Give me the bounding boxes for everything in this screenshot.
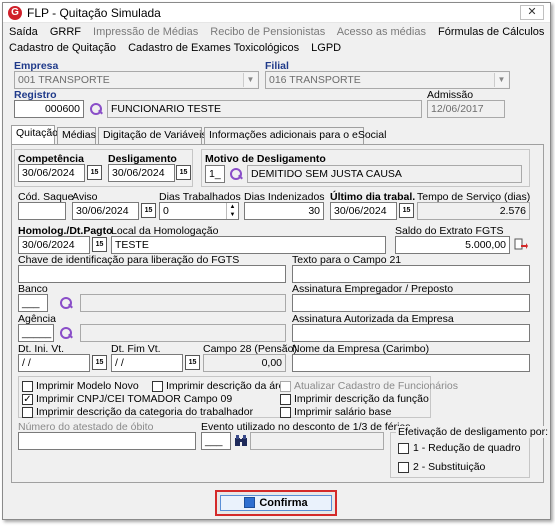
menu-acesso-medias[interactable]: Acesso as médias <box>337 26 426 38</box>
cod-saque-input[interactable] <box>18 202 66 220</box>
calendar-icon[interactable]: 15 <box>185 355 200 370</box>
imprimir-modelo-novo-label: Imprimir Modelo Novo <box>36 380 139 392</box>
evento-description-field <box>250 432 384 450</box>
atualizar-cadastro-label: Atualizar Cadastro de Funcionários <box>294 380 459 392</box>
chevron-down-icon[interactable]: ▼ <box>494 73 508 87</box>
confirma-button[interactable]: Confirma <box>220 495 332 511</box>
banco-input[interactable]: ___ <box>18 294 48 312</box>
agencia-name-field <box>80 324 286 342</box>
menu-saida[interactable]: Saída <box>9 26 38 38</box>
admissao-field: 12/06/2017 <box>427 100 505 118</box>
save-icon <box>244 497 256 508</box>
menu-grrf[interactable]: GRRF <box>50 26 81 38</box>
search-icon[interactable] <box>229 167 243 181</box>
confirma-button-highlight: Confirma <box>215 490 337 516</box>
chave-fgts-input[interactable] <box>18 265 286 283</box>
menu-cadastro-exames[interactable]: Cadastro de Exames Toxicológicos <box>128 42 299 54</box>
imprimir-salario-base-checkbox[interactable] <box>280 407 291 418</box>
window-title: FLP - Quitação Simulada <box>27 6 161 20</box>
registro-input[interactable]: 000600 <box>14 100 84 118</box>
assinatura-empregador-input[interactable] <box>292 294 530 312</box>
competencia-input[interactable]: 30/06/2024 <box>18 164 85 182</box>
empresa-value: 001 TRANSPORTE <box>18 74 110 86</box>
imprimir-desc-area-label: Imprimir descrição da área <box>166 380 291 392</box>
agencia-input[interactable]: _____ <box>18 324 54 342</box>
app-logo-icon: G <box>8 6 22 20</box>
search-icon[interactable] <box>89 102 103 116</box>
close-button[interactable]: ✕ <box>520 5 544 20</box>
motivo-description-field: DEMITIDO SEM JUSTA CAUSA <box>247 165 522 183</box>
dias-trabalhados-input[interactable]: 0 ▲ ▼ <box>159 202 239 220</box>
imprimir-desc-funcao-label: Imprimir descrição da função <box>294 393 429 405</box>
imprimir-cnpj-label: Imprimir CNPJ/CEI TOMADOR Campo 09 <box>36 393 233 405</box>
efetivacao-title: Efetivação de desligamento por: <box>396 426 551 438</box>
menu-cadastro-quitacao[interactable]: Cadastro de Quitação <box>9 42 116 54</box>
tab-digitacao-variaveis[interactable]: Digitação de Variáveis <box>98 127 207 144</box>
reducao-quadro-checkbox[interactable] <box>398 443 409 454</box>
banco-name-field <box>80 294 286 312</box>
chevron-down-icon[interactable]: ▼ <box>243 73 257 87</box>
imprimir-desc-area-checkbox[interactable] <box>152 381 163 392</box>
calendar-icon[interactable]: 15 <box>87 165 102 180</box>
menu-impressao-medias[interactable]: Impressão de Médias <box>93 26 198 38</box>
imprimir-modelo-novo-checkbox[interactable] <box>22 381 33 392</box>
empresa-select[interactable]: 001 TRANSPORTE ▼ <box>14 71 259 89</box>
tab-informacoes-esocial[interactable]: Informações adicionais para o eSocial <box>204 127 386 144</box>
nome-empresa-input[interactable] <box>292 354 530 372</box>
reducao-quadro-label: 1 - Redução de quadro <box>413 442 521 454</box>
dt-fim-vt-input[interactable]: / / <box>111 354 183 372</box>
tab-quitacao[interactable]: Quitação <box>11 125 58 145</box>
saldo-fgts-input[interactable]: 5.000,00 <box>395 236 510 254</box>
menu-recibo-pensionistas[interactable]: Recibo de Pensionistas <box>210 26 325 38</box>
imprimir-salario-base-label: Imprimir salário base <box>294 406 392 418</box>
calendar-icon[interactable]: 15 <box>92 237 107 252</box>
filial-value: 016 TRANSPORTE <box>269 74 361 86</box>
local-homologacao-input[interactable]: TESTE <box>111 236 386 254</box>
dt-ini-vt-input[interactable]: / / <box>18 354 90 372</box>
search-icon[interactable] <box>59 326 73 340</box>
texto-campo21-input[interactable] <box>292 265 530 283</box>
atualizar-cadastro-checkbox[interactable] <box>280 381 291 392</box>
menu-formulas-calculos[interactable]: Fórmulas de Cálculos <box>438 26 544 38</box>
menu-row-1: Saída GRRF Impressão de Médias Recibo de… <box>9 26 553 38</box>
quitacao-window: G FLP - Quitação Simulada ✕ Saída GRRF I… <box>2 2 551 520</box>
imprimir-cnpj-checkbox[interactable]: ✓ <box>22 394 33 405</box>
document-arrow-icon[interactable] <box>514 238 528 252</box>
title-bar: G FLP - Quitação Simulada ✕ <box>3 3 550 23</box>
ultimo-dia-input[interactable]: 30/06/2024 <box>330 202 397 220</box>
calendar-icon[interactable]: 15 <box>92 355 107 370</box>
homolog-input[interactable]: 30/06/2024 <box>18 236 90 254</box>
tempo-servico-field: 2.576 <box>417 202 530 220</box>
imprimir-desc-funcao-checkbox[interactable] <box>280 394 291 405</box>
confirma-label: Confirma <box>259 497 308 509</box>
campo28-field: 0,00 <box>203 354 286 372</box>
menu-row-2: Cadastro de Quitação Cadastro de Exames … <box>9 42 350 54</box>
motivo-label: Motivo de Desligamento <box>205 153 326 165</box>
funcionario-name-field: FUNCIONARIO TESTE <box>107 100 422 118</box>
evento-ferias-input[interactable]: ___ <box>201 432 231 450</box>
tab-medias[interactable]: Médias <box>57 127 96 144</box>
calendar-icon[interactable]: 15 <box>176 165 191 180</box>
num-atestado-input[interactable] <box>18 432 196 450</box>
imprimir-desc-categoria-label: Imprimir descrição da categoria do traba… <box>36 406 254 418</box>
dias-indenizados-input[interactable]: 30 <box>244 202 324 220</box>
search-icon[interactable] <box>59 296 73 310</box>
calendar-icon[interactable]: 15 <box>141 203 156 218</box>
calendar-icon[interactable]: 15 <box>399 203 414 218</box>
binoculars-icon[interactable] <box>234 434 248 447</box>
aviso-input[interactable]: 30/06/2024 <box>72 202 139 220</box>
imprimir-desc-categoria-checkbox[interactable] <box>22 407 33 418</box>
quitacao-panel: Competência 30/06/2024 15 Desligamento 3… <box>11 144 551 483</box>
substituicao-checkbox[interactable] <box>398 462 409 473</box>
spinner-icon[interactable]: ▲ ▼ <box>226 203 238 219</box>
filial-select[interactable]: 016 TRANSPORTE ▼ <box>265 71 510 89</box>
substituicao-label: 2 - Substituição <box>413 461 486 473</box>
dias-trabalhados-value: 0 <box>163 205 169 217</box>
assinatura-autorizada-input[interactable] <box>292 324 530 342</box>
motivo-code-input[interactable]: 1_ <box>205 165 225 183</box>
menu-lgpd[interactable]: LGPD <box>311 42 341 54</box>
desligamento-input[interactable]: 30/06/2024 <box>108 164 175 182</box>
